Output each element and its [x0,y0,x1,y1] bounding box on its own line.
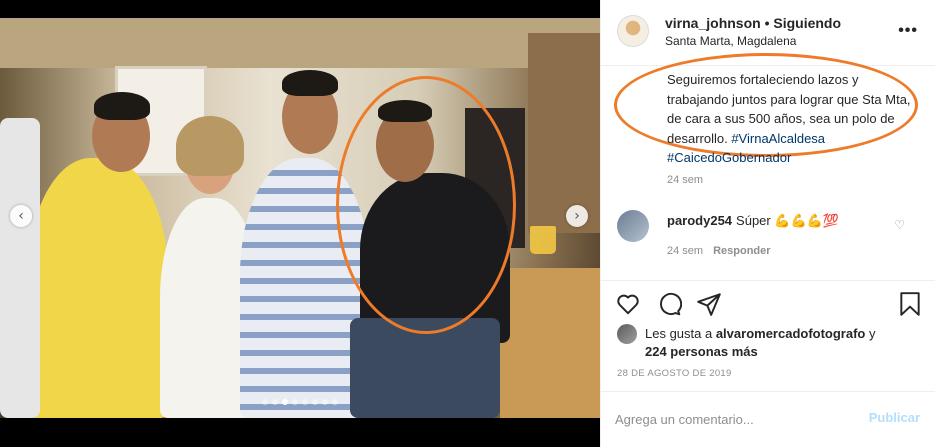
carousel-dot [322,399,328,405]
reply-button[interactable]: Responder [713,245,770,257]
caption-timestamp: 24 sem [667,174,704,186]
post-caption: Seguiremos fortaleciendo lazos y trabaja… [667,70,917,168]
carousel-dot [332,399,338,405]
carousel-prev-icon[interactable]: ‹ [10,205,32,227]
author-username-row: virna_johnson • Siguiendo [665,15,841,31]
carousel-dot [292,399,298,405]
author-avatar[interactable] [617,15,649,47]
like-heart-icon[interactable] [615,291,641,317]
photo-counter [500,268,600,418]
commenter-avatar[interactable] [617,210,649,242]
post-location[interactable]: Santa Marta, Magdalena [665,34,796,48]
liker-username[interactable]: alvaromercadofotografo [716,326,866,341]
comment-body: Súper 💪💪💪💯 [736,213,840,228]
photo-shelf [528,33,600,233]
liker-avatar[interactable] [617,324,637,344]
photo-glass [530,226,556,254]
carousel-dot [312,399,318,405]
comment-like-heart-icon[interactable]: ♡ [894,218,905,232]
share-send-icon[interactable] [696,291,722,317]
post-sidebar: virna_johnson • Siguiendo Santa Marta, M… [600,0,935,447]
likes-suffix: y [865,326,876,341]
person-yellow-shirt [28,158,168,418]
carousel-indicator [262,399,338,405]
photo-annotation-ellipse [336,76,516,334]
bookmark-icon[interactable] [897,291,923,317]
post-actions [601,280,935,326]
likes-others-link[interactable]: 224 personas más [645,344,758,359]
add-comment-bar: Publicar [601,391,935,447]
carousel-dot [262,399,268,405]
likes-prefix: Les gusta a [645,326,716,341]
author-username[interactable]: virna_johnson [665,15,761,31]
carousel-dot [272,399,278,405]
person-left-background [0,118,40,418]
publish-button[interactable]: Publicar [869,410,920,425]
person-blouse-hair [176,116,244,176]
comment-input[interactable] [615,408,845,430]
comment-timestamp: 24 sem [667,245,704,257]
post-date: 28 DE AGOSTO DE 2019 [617,368,732,379]
commenter-username[interactable]: parody254 [667,213,732,228]
comment-bubble-icon[interactable] [656,291,682,317]
carousel-dot [282,399,288,405]
person-striped-hair [282,70,338,96]
carousel-dot [302,399,308,405]
post-media[interactable]: ‹ › [0,0,600,447]
person-yellow-hair [94,92,150,120]
more-horizontal-icon[interactable]: ••• [898,22,918,40]
comment-meta: 24 sem Responder [667,245,771,257]
carousel-next-icon[interactable]: › [566,205,588,227]
likes-text: Les gusta a alvaromercadofotografo y 224 … [645,325,925,361]
follow-state[interactable]: • Siguiendo [761,15,841,31]
photo-ceiling [0,18,600,68]
comment-item: parody254 Súper 💪💪💪💯 [667,213,839,229]
